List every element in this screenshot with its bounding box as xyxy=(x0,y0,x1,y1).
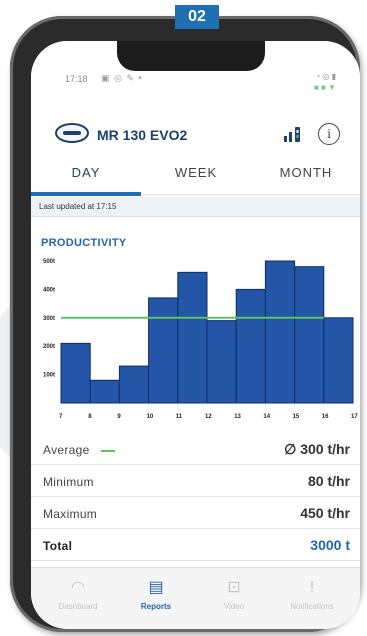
x-tick-label: 14 xyxy=(263,414,270,420)
x-tick-label: 12 xyxy=(205,414,212,420)
nav-reports[interactable]: ▤ Reports xyxy=(119,576,193,611)
status-signal-icons: ■ ■ ▼ xyxy=(313,83,336,92)
productivity-title: PRODUCTIVITY xyxy=(41,237,127,249)
nav-notifications[interactable]: ! Notifications xyxy=(275,576,349,611)
step-badge: 02 xyxy=(175,5,219,29)
maximum-label: Maximum xyxy=(43,507,98,521)
x-tick-label: 15 xyxy=(293,414,300,420)
average-label: Average xyxy=(43,443,90,457)
total-value: 3000 t xyxy=(310,537,350,553)
x-tick-label: 7 xyxy=(59,414,63,420)
status-time: 17:18 xyxy=(65,74,88,84)
x-tick-label: 16 xyxy=(322,414,329,420)
status-battery-icons: ◔ ◎ ▮ xyxy=(315,72,336,81)
bar xyxy=(294,266,325,404)
x-tick-label: 8 xyxy=(88,414,92,420)
x-tick-label: 11 xyxy=(176,414,183,420)
period-tabs: DAY WEEK MONTH xyxy=(31,153,360,196)
stat-row-maximum: Maximum 450 t/hr xyxy=(31,497,360,529)
notifications-alert-icon: ! xyxy=(309,579,315,596)
info-icon[interactable]: i xyxy=(318,123,340,145)
phone-frame: 17:18 ▣ ◎ ✎ • ◔ ◎ ▮ ■ ■ ▼ MR 130 EVO2 i xyxy=(10,16,360,632)
bar xyxy=(148,297,179,404)
x-tick-label: 13 xyxy=(234,414,241,420)
nav-video-label: Video xyxy=(223,602,245,611)
bar xyxy=(323,317,354,404)
nav-reports-label: Reports xyxy=(140,602,172,611)
bar xyxy=(177,271,208,404)
status-system-icons: ◔ ◎ ▮ ■ ■ ▼ xyxy=(314,71,336,93)
info-icon-glyph: i xyxy=(327,127,331,141)
nav-dashboard-label: Dashboard xyxy=(58,602,98,611)
phone-screen: 17:18 ▣ ◎ ✎ • ◔ ◎ ▮ ■ ■ ▼ MR 130 EVO2 i xyxy=(31,41,360,629)
y-tick-label: 400t xyxy=(43,287,55,293)
nav-dashboard[interactable]: ◠ Dashboard xyxy=(41,576,115,611)
bottom-navigation: ◠ Dashboard ▤ Reports ⊡ Video ! Notifica… xyxy=(31,567,360,629)
minimum-value: 80 t/hr xyxy=(307,473,350,489)
status-notification-icons: ▣ ◎ ✎ • xyxy=(101,73,143,83)
last-updated-bar: Last updated at 17:15 xyxy=(31,197,360,217)
x-tick-label: 9 xyxy=(117,414,121,420)
logo-mark xyxy=(63,131,81,135)
bar xyxy=(235,288,266,404)
tab-week[interactable]: WEEK xyxy=(146,165,246,180)
nav-video[interactable]: ⊡ Video xyxy=(197,576,271,611)
tab-month[interactable]: MONTH xyxy=(256,165,356,180)
reports-document-icon: ▤ xyxy=(148,579,164,596)
average-value: ∅ 300 t/hr xyxy=(284,441,350,457)
machine-logo[interactable] xyxy=(55,123,89,143)
productivity-chart: 100t 200t 300t 400t 500t 7 8 9 10 11 12 13 14 15 16 17 xyxy=(43,259,358,420)
minimum-label: Minimum xyxy=(43,475,94,489)
phone-notch xyxy=(117,41,265,71)
last-updated-text: Last updated at 17:15 xyxy=(39,202,117,211)
bar xyxy=(89,379,120,404)
y-tick-label: 200t xyxy=(43,344,55,350)
device-name[interactable]: MR 130 EVO2 xyxy=(97,127,187,143)
maximum-value: 450 t/hr xyxy=(300,505,350,521)
x-tick-label: 17 xyxy=(351,414,358,420)
y-tick-label: 500t xyxy=(43,259,55,265)
stat-row-minimum: Minimum 80 t/hr xyxy=(31,465,360,497)
total-label: Total xyxy=(43,539,73,553)
tab-day[interactable]: DAY xyxy=(36,165,136,180)
y-tick-label: 100t xyxy=(43,373,55,379)
stat-row-average: Average ∅ 300 t/hr xyxy=(31,433,360,465)
bar xyxy=(206,320,237,404)
app-header: MR 130 EVO2 i xyxy=(31,111,360,153)
stat-row-total: Total 3000 t xyxy=(31,529,360,561)
video-camera-icon: ⊡ xyxy=(227,579,241,596)
active-tab-indicator xyxy=(31,192,141,196)
connection-signal-icon[interactable] xyxy=(282,123,304,145)
bar xyxy=(60,342,91,404)
average-legend-line xyxy=(101,450,115,452)
bar xyxy=(118,365,150,404)
y-tick-label: 300t xyxy=(43,316,55,322)
dashboard-gauge-icon: ◠ xyxy=(71,579,85,596)
bar xyxy=(264,260,296,404)
x-tick-label: 10 xyxy=(147,414,154,420)
nav-notifications-label: Notifications xyxy=(290,602,334,611)
